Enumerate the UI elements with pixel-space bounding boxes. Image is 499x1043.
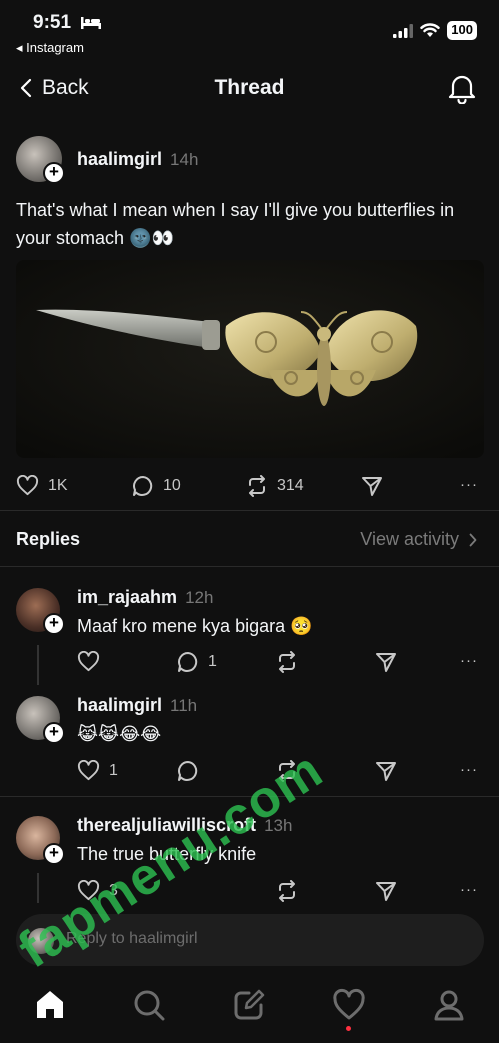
follow-plus-icon[interactable]: + (43, 722, 65, 744)
repost-icon[interactable] (276, 651, 298, 673)
post-author: haalimgirl 14h (77, 149, 198, 170)
like-button[interactable] (77, 651, 109, 672)
repost-count: 314 (277, 477, 304, 494)
like-count: 1K (48, 476, 68, 494)
replies-heading: Replies (16, 529, 81, 549)
post-image[interactable] (16, 260, 484, 458)
follow-plus-icon[interactable]: + (43, 843, 65, 865)
view-activity-link[interactable]: View activity (360, 529, 477, 550)
post-time: 14h (170, 150, 199, 169)
bell-icon[interactable] (447, 72, 477, 104)
activity-heart-icon[interactable] (332, 988, 366, 1022)
divider (0, 796, 499, 797)
thread-connector (37, 645, 39, 685)
follow-plus-icon[interactable]: + (43, 162, 65, 184)
more-options-icon[interactable]: ··· (460, 476, 478, 493)
reply-text: Maaf kro mene kya bigara 🥺 (77, 616, 313, 636)
heart-icon (77, 651, 100, 672)
reply-username[interactable]: therealjuliawilliscroft (77, 815, 256, 836)
reply-text: 😹😹😂😂 (77, 724, 162, 744)
battery-indicator: 100 (447, 21, 477, 40)
like-count: 1 (109, 761, 118, 779)
profile-icon[interactable] (432, 988, 466, 1022)
follow-plus-icon[interactable]: + (43, 613, 65, 635)
reply-author: therealjuliawilliscroft 13h (77, 815, 292, 836)
comment-count: 10 (163, 477, 181, 494)
comment-icon (178, 652, 198, 672)
reply-time: 11h (170, 696, 198, 715)
reply-time: 13h (264, 816, 293, 835)
comment-count: 1 (208, 653, 217, 670)
reply-author: haalimgirl 11h (77, 695, 197, 716)
like-button[interactable]: 1 (77, 760, 118, 781)
share-icon[interactable] (361, 475, 383, 497)
like-button[interactable]: 3 (77, 880, 118, 901)
repost-icon (249, 475, 265, 497)
composer-avatar (28, 928, 54, 954)
chevron-right-icon (469, 533, 477, 546)
repost-icon[interactable] (276, 880, 298, 902)
thread-connector (37, 873, 39, 903)
back-button[interactable]: Back (20, 76, 89, 100)
search-icon[interactable] (132, 988, 166, 1022)
reply-input[interactable]: Reply to haalimgirl (66, 930, 198, 948)
share-icon[interactable] (375, 760, 397, 782)
like-button[interactable]: 1K (16, 475, 68, 496)
chevron-left-icon (20, 78, 32, 98)
repost-button[interactable]: 314 (246, 475, 304, 497)
heart-icon (16, 475, 39, 496)
status-indicators: 100 (393, 21, 477, 40)
comment-icon (133, 476, 153, 496)
wifi-icon (420, 23, 441, 37)
more-options-icon[interactable]: ··· (460, 652, 478, 669)
reply-time: 12h (185, 588, 214, 607)
comment-button[interactable] (177, 760, 208, 782)
home-icon[interactable] (33, 988, 67, 1022)
comment-button[interactable]: 1 (177, 651, 217, 673)
reply-username[interactable]: haalimgirl (77, 695, 162, 716)
reply-author: im_rajaahm 12h (77, 587, 213, 608)
reply-username[interactable]: im_rajaahm (77, 587, 177, 608)
repost-icon[interactable] (276, 760, 298, 782)
cellular-signal-icon (393, 23, 414, 38)
more-options-icon[interactable]: ··· (460, 881, 478, 898)
comment-button[interactable]: 10 (132, 475, 181, 497)
more-options-icon[interactable]: ··· (460, 761, 478, 778)
post-text: That's what I mean when I say I'll give … (16, 200, 455, 248)
butterfly-knife-image (16, 260, 484, 458)
view-activity-label: View activity (360, 529, 459, 549)
heart-icon (77, 880, 100, 901)
divider (0, 510, 499, 511)
heart-icon (77, 760, 100, 781)
divider (0, 566, 499, 567)
status-time: 9:51 (33, 12, 72, 33)
bed-icon (81, 17, 101, 29)
post-username[interactable]: haalimgirl (77, 149, 162, 170)
back-label: Back (42, 76, 89, 99)
share-icon[interactable] (375, 880, 397, 902)
compose-icon[interactable] (232, 988, 266, 1022)
like-count: 3 (109, 881, 118, 899)
share-icon[interactable] (375, 651, 397, 673)
notification-dot (346, 1026, 351, 1031)
comment-icon (178, 761, 198, 781)
back-to-app-link[interactable]: ◂ Instagram (16, 40, 84, 56)
reply-text: The true butterfly knife (77, 844, 257, 864)
